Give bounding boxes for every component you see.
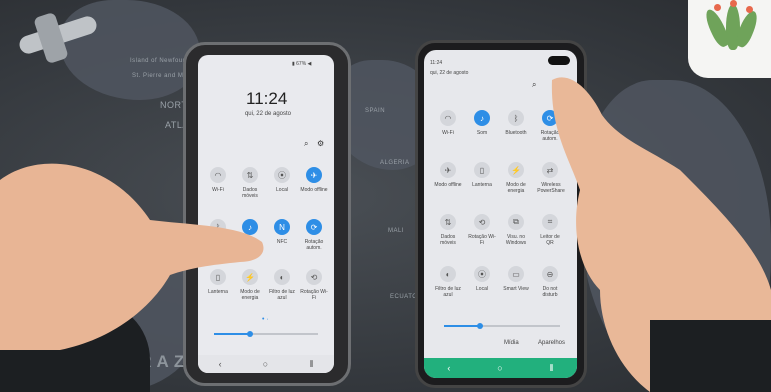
tile-label: Wi-Fi [442, 130, 454, 136]
tile-label: Local [276, 187, 288, 193]
tile-label: Smart View [503, 286, 529, 292]
tile-label: Modo de energia [506, 182, 526, 194]
tile-label: Visu. no Windows [505, 234, 527, 246]
metal-tool-prop [19, 13, 97, 63]
date-label: qui, 22 de agosto [244, 111, 292, 117]
nfc-tile-icon[interactable]: N [274, 219, 290, 235]
location-tile-icon[interactable]: ⦿ [274, 167, 290, 183]
blue-light-tile-icon[interactable]: ◐ [274, 269, 290, 285]
flashlight-tile-icon[interactable]: ▯ [474, 162, 490, 178]
clock: 11:24 [246, 89, 288, 108]
tile-label: Local [476, 286, 488, 292]
punch-hole-camera [548, 56, 570, 65]
map-label-spain: SPAIN [365, 108, 386, 114]
nav-bar: ‹ ○ ⦀ [198, 355, 334, 373]
tile-label: Rotação autom. [304, 239, 324, 251]
location-tile-icon[interactable]: ⦿ [474, 266, 490, 282]
status-bar: ▮ 67% ◀ [292, 61, 312, 67]
recents-icon[interactable]: ⦀ [309, 359, 313, 370]
mobile-data-tile-icon[interactable]: ⇅ [440, 214, 456, 230]
back-icon[interactable]: ‹ [219, 359, 222, 369]
home-icon[interactable]: ○ [497, 363, 502, 373]
left-hand [0, 163, 264, 350]
sound-tile-icon[interactable]: ♪ [474, 110, 490, 126]
date-label: qui, 22 de agosto [430, 70, 469, 76]
search-icon[interactable]: ⌕ [532, 81, 536, 89]
tile-label: Dados móveis [440, 234, 456, 246]
back-icon[interactable]: ‹ [447, 363, 450, 373]
status-time: 11:24 [430, 60, 443, 66]
tile-label: Bluetooth [505, 130, 527, 136]
power-mode-tile-icon[interactable]: ⚡ [508, 162, 524, 178]
bluetooth-tile-icon[interactable]: ᛒ [508, 110, 524, 126]
brightness-slider-fill [444, 325, 480, 327]
tile-label: Rotação Wi-Fi [468, 234, 496, 246]
tile-label: Filtro de luz azul [435, 286, 461, 298]
right-sleeve [650, 320, 771, 392]
blue-light-tile-icon[interactable]: ◐ [440, 266, 456, 282]
rotation-tile-icon[interactable]: ⟳ [306, 219, 322, 235]
windows-link-tile-icon[interactable]: ⧉ [508, 214, 524, 230]
smart-view-tile-icon[interactable]: ▭ [508, 266, 524, 282]
tile-label: Rotação Wi-Fi [300, 289, 328, 301]
settings-icon[interactable]: ⚙ [317, 140, 324, 148]
photo-scene: Island of Newfoundland St. Pierre and Mi… [0, 0, 771, 392]
potted-plant [688, 0, 771, 78]
map-label-mali: MALI [388, 228, 405, 234]
wifi-tile-icon[interactable]: ◠ [440, 110, 456, 126]
map-label-algeria: ALGERIA [380, 160, 410, 166]
media-button[interactable]: Mídia [504, 340, 519, 346]
home-icon[interactable]: ○ [263, 359, 268, 369]
tile-label: Som [476, 130, 488, 136]
tile-label: Modo offline [434, 182, 462, 188]
wifi-rotation-tile-icon[interactable]: ⟲ [306, 269, 322, 285]
airplane-tile-icon[interactable]: ✈ [440, 162, 456, 178]
tile-label: Modo offline [300, 187, 328, 193]
airplane-tile-icon[interactable]: ✈ [306, 167, 322, 183]
tile-label: Filtro de luz azul [269, 289, 295, 301]
brightness-slider-knob[interactable] [477, 323, 483, 329]
wifi-rotation-tile-icon[interactable]: ⟲ [474, 214, 490, 230]
search-icon[interactable]: ⌕ [304, 140, 308, 148]
tile-label: Lanterna [472, 182, 492, 188]
tile-label: NFC [276, 239, 288, 245]
